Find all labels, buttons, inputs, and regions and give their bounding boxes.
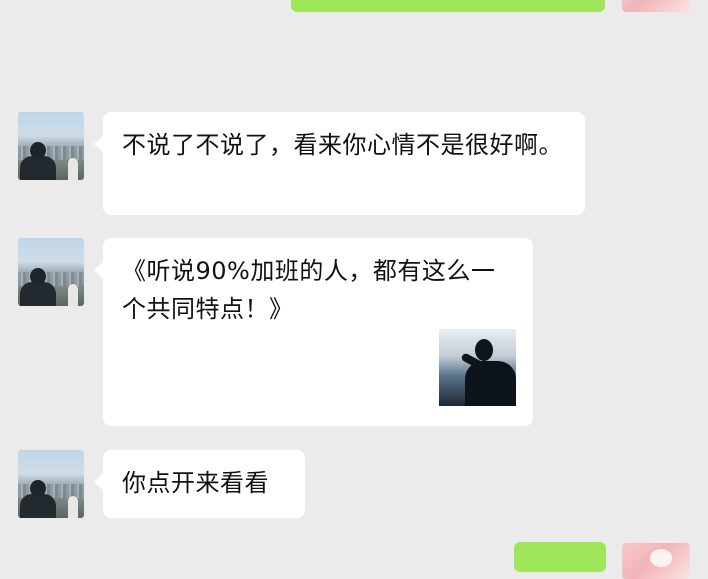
shared-article-bubble[interactable]: 《听说90%加班的人，都有这么一个共同特点！》 — [94, 238, 533, 426]
outgoing-message-bubble-bottom[interactable] — [514, 542, 606, 572]
message-text: 你点开来看看 — [122, 469, 269, 497]
self-avatar-top[interactable] — [622, 0, 690, 12]
incoming-message-bubble[interactable]: 你点开来看看 — [94, 450, 305, 518]
friend-avatar[interactable] — [18, 112, 84, 180]
incoming-message-bubble[interactable]: 不说了不说了，看来你心情不是很好啊。 — [94, 112, 585, 215]
outgoing-message-bubble-top[interactable] — [291, 0, 605, 12]
article-thumbnail-icon[interactable] — [439, 329, 516, 406]
friend-avatar[interactable] — [18, 450, 84, 518]
article-title: 《听说90%加班的人，都有这么一个共同特点！》 — [122, 257, 496, 323]
message-text: 不说了不说了，看来你心情不是很好啊。 — [122, 131, 563, 159]
friend-avatar[interactable] — [18, 238, 84, 306]
self-avatar-bottom[interactable] — [622, 543, 690, 579]
